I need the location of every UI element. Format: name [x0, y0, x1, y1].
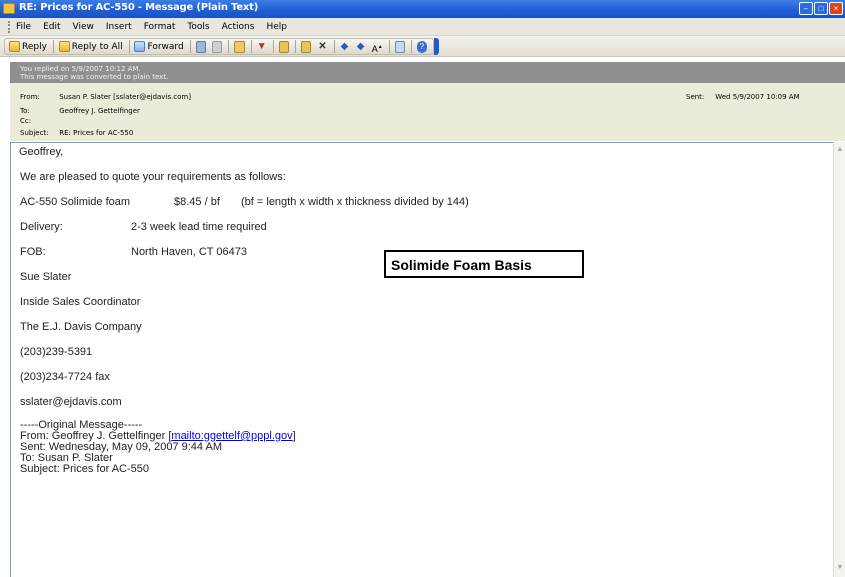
toolbar-separator [189, 40, 191, 53]
from-label: From: [20, 93, 40, 101]
flag-icon[interactable]: ▼ [257, 41, 267, 53]
menu-help[interactable]: Help [266, 22, 287, 32]
reply-all-button[interactable]: Reply to All [58, 41, 123, 52]
from-value[interactable]: Susan P. Slater [sslater@ejdavis.com] [59, 93, 191, 101]
to-label: To: [20, 107, 30, 115]
reply-all-icon [58, 41, 70, 52]
toolbar-separator [52, 40, 54, 53]
original-subject: Subject: Prices for AC-550 [20, 463, 150, 475]
menu-insert[interactable]: Insert [106, 22, 132, 32]
signature-email: sslater@ejdavis.com [20, 396, 122, 408]
greeting: Geoffrey, [19, 146, 64, 158]
message-window: RE: Prices for AC-550 - Message (Plain T… [0, 0, 845, 577]
cc-label: Cc: [20, 117, 32, 125]
original-message: -----Original Message----- From: Geoffre… [20, 420, 296, 475]
to-value[interactable]: Geoffrey J. Gettelfinger [59, 107, 140, 115]
scroll-up-arrow-icon[interactable]: ▲ [836, 146, 844, 153]
forward-button[interactable]: Forward [134, 41, 184, 52]
standard-toolbar: Reply Reply to All Forward ▼ ✕ ◆ ◆ A▲ ? [4, 38, 434, 55]
forward-icon [134, 41, 146, 52]
info-replied: You replied on 5/9/2007 10:12 AM. [20, 65, 141, 73]
menu-bar: File Edit View Insert Format Tools Actio… [0, 18, 845, 36]
toolbar-separator [333, 40, 335, 53]
reply-label: Reply [22, 41, 47, 52]
previous-item-icon[interactable]: ◆ [339, 41, 349, 53]
reply-icon [9, 41, 20, 52]
signature-title: Inside Sales Coordinator [20, 296, 141, 308]
reply-all-label: Reply to All [71, 41, 123, 52]
subject-value: RE: Prices for AC-550 [59, 129, 134, 137]
window-controls: – □ × [799, 2, 843, 15]
forward-label: Forward [147, 41, 184, 52]
toolbar-separator [228, 40, 230, 53]
vertical-scrollbar[interactable]: ▲ ▼ [833, 142, 845, 577]
intro-text: We are pleased to quote your requirement… [20, 171, 286, 183]
header-to: To: Geoffrey J. Gettelfinger [20, 107, 140, 115]
window-title: RE: Prices for AC-550 - Message (Plain T… [19, 2, 259, 13]
next-item-icon[interactable]: ◆ [356, 41, 366, 53]
menu-view[interactable]: View [73, 22, 94, 32]
delivery-label: Delivery: [20, 221, 63, 233]
info-plaintext: This message was converted to plain text… [20, 73, 169, 81]
reply-button[interactable]: Reply [9, 41, 47, 52]
menu-format[interactable]: Format [144, 22, 176, 32]
menu-edit[interactable]: Edit [43, 22, 60, 32]
address-book-icon[interactable] [394, 40, 405, 53]
categorize-icon[interactable] [300, 40, 312, 53]
fob-label: FOB: [20, 246, 46, 258]
product-name: AC-550 Solimide foam [20, 196, 131, 208]
toolbar: Reply Reply to All Forward ▼ ✕ ◆ ◆ A▲ ? [0, 36, 845, 57]
signature-phone: (203)239-5391 [20, 346, 93, 358]
title-bar: RE: Prices for AC-550 - Message (Plain T… [0, 0, 845, 18]
delete-icon[interactable]: ✕ [317, 41, 327, 53]
minimize-button[interactable]: – [799, 2, 813, 15]
product-note: (bf = length x width x thickness divided… [241, 196, 469, 208]
info-bar: You replied on 5/9/2007 10:12 AM. This m… [10, 62, 845, 83]
header-sent: Sent: Wed 5/9/2007 10:09 AM [686, 93, 800, 101]
print-preview-icon[interactable] [278, 40, 290, 53]
message-header: From: Susan P. Slater [sslater@ejdavis.c… [10, 83, 845, 141]
subject-label: Subject: [20, 129, 49, 137]
maximize-button[interactable]: □ [814, 2, 828, 15]
toolbar-separator [388, 40, 390, 53]
envelope-icon [3, 3, 15, 14]
font-size-icon[interactable]: A▲ [372, 41, 383, 54]
scroll-down-arrow-icon[interactable]: ▼ [836, 564, 844, 571]
menu-actions[interactable]: Actions [222, 22, 255, 32]
toolbar-separator [250, 40, 252, 53]
delivery-value: 2-3 week lead time required [131, 221, 267, 233]
save-icon[interactable] [211, 40, 223, 53]
signature-fax: (203)234-7724 fax [20, 371, 110, 383]
annotation-callout: Solimide Foam Basis [384, 250, 584, 278]
print-icon[interactable] [195, 40, 206, 53]
sent-label: Sent: [686, 93, 705, 101]
toolbar-separator [128, 40, 130, 53]
header-cc: Cc: [20, 117, 57, 125]
toolbar-options-handle[interactable] [434, 38, 439, 55]
help-icon[interactable]: ? [416, 40, 427, 53]
toolbar-separator [272, 40, 274, 53]
menu-file[interactable]: File [16, 22, 31, 32]
signature-company: The E.J. Davis Company [20, 321, 142, 333]
header-from: From: Susan P. Slater [sslater@ejdavis.c… [20, 93, 191, 101]
toolbar-separator [410, 40, 412, 53]
toolbar-separator [295, 40, 296, 53]
signature-name: Sue Slater [20, 271, 72, 283]
menu-grip[interactable] [8, 20, 11, 33]
original-from-suffix: ] [292, 430, 296, 442]
product-price: $8.45 / bf [174, 196, 220, 208]
move-to-folder-icon[interactable] [234, 40, 245, 53]
header-subject: Subject: RE: Prices for AC-550 [20, 129, 133, 137]
fob-value: North Haven, CT 06473 [131, 246, 247, 258]
close-button[interactable]: × [829, 2, 843, 15]
sent-value: Wed 5/9/2007 10:09 AM [715, 93, 800, 101]
menu-tools[interactable]: Tools [187, 22, 209, 32]
